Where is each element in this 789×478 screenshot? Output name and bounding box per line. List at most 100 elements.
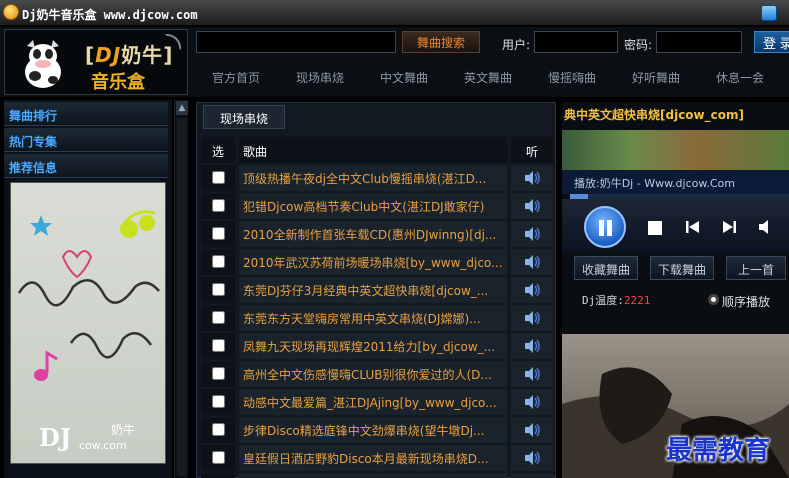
song-title[interactable]: 步律Disco精选庭锋中文劲爆串烧(望牛墩Dj... (239, 417, 507, 443)
song-title[interactable]: 高州全中文伤感慢嗨CLUB别很你爱过的人(D... (239, 361, 507, 387)
song-checkbox[interactable] (212, 451, 225, 464)
song-row[interactable]: 凤舞九天现场再现辉煌2011给力[by_djcow_... (201, 333, 553, 359)
song-row[interactable]: 犯错Djcow高档节奏Club中文(湛江DJ敢家仔) (201, 193, 553, 219)
song-title[interactable]: 凤舞九天现场再现辉煌2011给力[by_djcow_... (239, 333, 507, 359)
song-row[interactable]: 皇廷假日酒店野豹Disco本月最新现场串烧D... (201, 445, 553, 471)
song-checkbox[interactable] (212, 311, 225, 324)
nav-live-mix[interactable]: 现场串烧 (296, 69, 344, 86)
password-input[interactable] (656, 31, 742, 53)
song-title[interactable]: 2010年武汉苏荷前场暖场串烧[by_www_djco... (239, 249, 507, 275)
now-playing-bar: 播放:奶牛Dj - Www.djcow.Com (562, 170, 789, 194)
song-select-cell (201, 277, 235, 303)
song-title[interactable]: 皇廷假日酒店野豹Disco本月最新现场串烧D... (239, 445, 507, 471)
favorite-button[interactable]: 收藏舞曲 (574, 256, 638, 280)
sidebar-item-albums[interactable]: 热门专集 (4, 128, 168, 152)
song-listen-cell (511, 445, 553, 471)
logo-dj-text: DJ (95, 43, 122, 67)
main-nav: 官方首页 现场串烧 中文舞曲 英文舞曲 慢摇嗨曲 好听舞曲 休息一会 (196, 61, 789, 93)
song-title[interactable]: 东莞东方天堂嗨房常用中英文串烧(DJ嫦娜)... (239, 305, 507, 331)
sidebar-item-rankings[interactable]: 舞曲排行 (4, 102, 168, 126)
song-row[interactable]: DJ波仔推荐最爱嗨房经典粤语串烧(宝易爱... (201, 473, 553, 478)
song-row[interactable]: 2010年武汉苏荷前场暖场串烧[by_www_djco... (201, 249, 553, 275)
listen-speaker-icon[interactable] (523, 422, 541, 438)
nav-rest[interactable]: 休息一会 (716, 69, 764, 86)
listen-speaker-icon[interactable] (523, 394, 541, 410)
song-checkbox[interactable] (212, 395, 225, 408)
previous-track-icon[interactable] (684, 219, 700, 235)
song-listen-cell (511, 361, 553, 387)
listen-speaker-icon[interactable] (523, 282, 541, 298)
listen-speaker-icon[interactable] (523, 366, 541, 382)
pause-button[interactable] (584, 206, 626, 248)
header-listen: 听 (511, 137, 553, 163)
listen-speaker-icon[interactable] (523, 338, 541, 354)
song-row[interactable]: 步律Disco精选庭锋中文劲爆串烧(望牛墩Dj... (201, 417, 553, 443)
song-select-cell (201, 417, 235, 443)
song-select-cell (201, 305, 235, 331)
scroll-up-icon[interactable]: ▲ (176, 101, 188, 115)
song-checkbox[interactable] (212, 283, 225, 296)
song-row[interactable]: 东莞DJ芬仔3月经典中英文超快串烧[djcow_... (201, 277, 553, 303)
listen-speaker-icon[interactable] (523, 198, 541, 214)
promo-banner[interactable]: DJ 奶牛 cow.com (10, 182, 166, 464)
login-button[interactable]: 登 录 (754, 31, 789, 53)
song-listen-cell (511, 277, 553, 303)
song-title[interactable]: DJ波仔推荐最爱嗨房经典粤语串烧(宝易爱... (239, 473, 507, 478)
temperature-value: 2221 (623, 294, 651, 307)
download-button[interactable]: 下载舞曲 (650, 256, 714, 280)
volume-icon[interactable] (758, 219, 774, 235)
nav-home[interactable]: 官方首页 (212, 69, 260, 86)
sidebar-scrollbar[interactable]: ▲ (174, 100, 188, 478)
song-title[interactable]: 顶级热播午夜dj全中文Club慢摇串烧(湛江D... (239, 165, 507, 191)
nav-slow-rock[interactable]: 慢摇嗨曲 (548, 69, 596, 86)
song-checkbox[interactable] (212, 255, 225, 268)
sidebar-item-recommended[interactable]: 推荐信息 (4, 154, 168, 178)
logo-subtitle: 音乐盒 (91, 72, 145, 93)
song-checkbox[interactable] (212, 423, 225, 436)
logo[interactable]: [DJ奶牛] 音乐盒 (4, 29, 188, 95)
song-title[interactable]: 东莞DJ芬仔3月经典中英文超快串烧[djcow_... (239, 277, 507, 303)
cow-logo-icon (25, 40, 61, 88)
song-checkbox[interactable] (212, 227, 225, 240)
skin-icon[interactable] (761, 5, 777, 21)
window-title: Dj奶牛音乐盒 www.djcow.com (22, 8, 198, 22)
password-label: 密码: (624, 38, 653, 52)
song-row[interactable]: 高州全中文伤感慢嗨CLUB别很你爱过的人(D... (201, 361, 553, 387)
song-row[interactable]: 动感中文最爱篇_湛江DJAjing[by_www_djco... (201, 389, 553, 415)
nav-english-dance[interactable]: 英文舞曲 (464, 69, 512, 86)
listen-speaker-icon[interactable] (523, 170, 541, 186)
order-play-radio[interactable] (708, 294, 719, 305)
next-track-icon[interactable] (722, 219, 738, 235)
album-photo: 最需教育 (562, 334, 789, 478)
nav-chinese-dance[interactable]: 中文舞曲 (380, 69, 428, 86)
previous-song-button[interactable]: 上一首 (726, 256, 786, 280)
listen-speaker-icon[interactable] (523, 226, 541, 242)
song-title[interactable]: 2010全新制作首张车载CD(惠州DJwinng)[dj... (239, 221, 507, 247)
visualizer (562, 130, 789, 170)
song-title[interactable]: 动感中文最爱篇_湛江DJAjing[by_www_djco... (239, 389, 507, 415)
search-button[interactable]: 舞曲搜索 (402, 31, 480, 53)
song-row[interactable]: 东莞东方天堂嗨房常用中英文串烧(DJ嫦娜)... (201, 305, 553, 331)
sidebar: 舞曲排行 热门专集 推荐信息 DJ 奶牛 cow.com (4, 100, 172, 478)
dj-temperature: Dj温度:2221 (582, 292, 650, 308)
tab-live-mix[interactable]: 现场串烧 (203, 105, 285, 129)
song-checkbox[interactable] (212, 199, 225, 212)
song-list-panel: 现场串烧 选 歌曲 听 顶级热播午夜dj全中文Club慢摇串烧(湛江D... 犯错… (196, 102, 556, 478)
scrollbar-thumb[interactable] (177, 118, 187, 476)
username-input[interactable] (534, 31, 618, 53)
search-input[interactable] (196, 31, 396, 53)
song-listen-cell (511, 389, 553, 415)
song-checkbox[interactable] (212, 339, 225, 352)
player-panel: 典中英文超快串烧[djcow_com] 播放:奶牛Dj - Www.djcow.… (562, 102, 789, 478)
song-title[interactable]: 犯错Djcow高档节奏Club中文(湛江DJ敢家仔) (239, 193, 507, 219)
listen-speaker-icon[interactable] (523, 450, 541, 466)
header: [DJ奶牛] 音乐盒 舞曲搜索 用户: 密码: 登 录 官方首页 现场串烧 中文… (0, 27, 789, 97)
nav-good-dance[interactable]: 好听舞曲 (632, 69, 680, 86)
song-row[interactable]: 2010全新制作首张车载CD(惠州DJwinng)[dj... (201, 221, 553, 247)
listen-speaker-icon[interactable] (523, 310, 541, 326)
stop-icon[interactable] (648, 221, 662, 235)
song-checkbox[interactable] (212, 367, 225, 380)
song-checkbox[interactable] (212, 171, 225, 184)
listen-speaker-icon[interactable] (523, 254, 541, 270)
song-row[interactable]: 顶级热播午夜dj全中文Club慢摇串烧(湛江D... (201, 165, 553, 191)
